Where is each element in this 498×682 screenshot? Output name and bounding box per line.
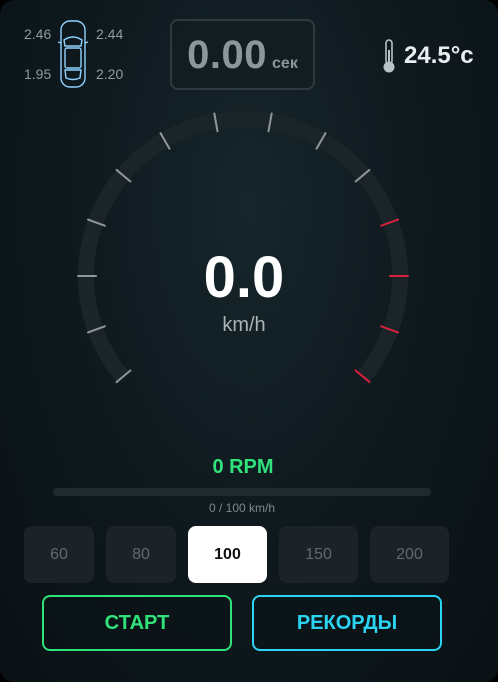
temperature-value: 24.5°c: [404, 42, 474, 69]
tire-front-left: 2.46: [24, 26, 52, 42]
timer-value: 0.00: [187, 33, 268, 77]
target-option-100[interactable]: 100: [188, 526, 267, 583]
target-option-200[interactable]: 200: [370, 526, 449, 583]
tire-rear-left: 1.95: [24, 66, 52, 82]
target-option-80[interactable]: 80: [106, 526, 176, 583]
target-option-60[interactable]: 60: [24, 526, 94, 583]
speed-value: 0.0: [203, 245, 285, 310]
elapsed-timer: 0.00 сек: [170, 19, 315, 90]
start-button[interactable]: СТАРТ: [42, 595, 232, 651]
dashboard-panel: 2.46 2.44 1.95 2.20 0.00 сек 24.5°c 0.0 …: [0, 0, 498, 682]
progress-label: 0 / 100 km/h: [208, 501, 276, 515]
tire-pressure: 2.46 2.44 1.95 2.20: [22, 18, 132, 90]
car-top-view-icon: [57, 20, 89, 88]
thermometer-icon: [383, 39, 395, 73]
acceleration-progress-bar: [53, 488, 431, 496]
target-option-150[interactable]: 150: [279, 526, 358, 583]
tire-front-right: 2.44: [96, 26, 124, 42]
records-button[interactable]: РЕКОРДЫ: [252, 595, 442, 651]
speed-unit: km/h: [222, 314, 266, 336]
tire-rear-right: 2.20: [96, 66, 124, 82]
rpm-readout: 0 RPM: [212, 456, 274, 478]
timer-unit: сек: [272, 55, 298, 72]
temperature-readout: 24.5°c: [380, 38, 474, 74]
